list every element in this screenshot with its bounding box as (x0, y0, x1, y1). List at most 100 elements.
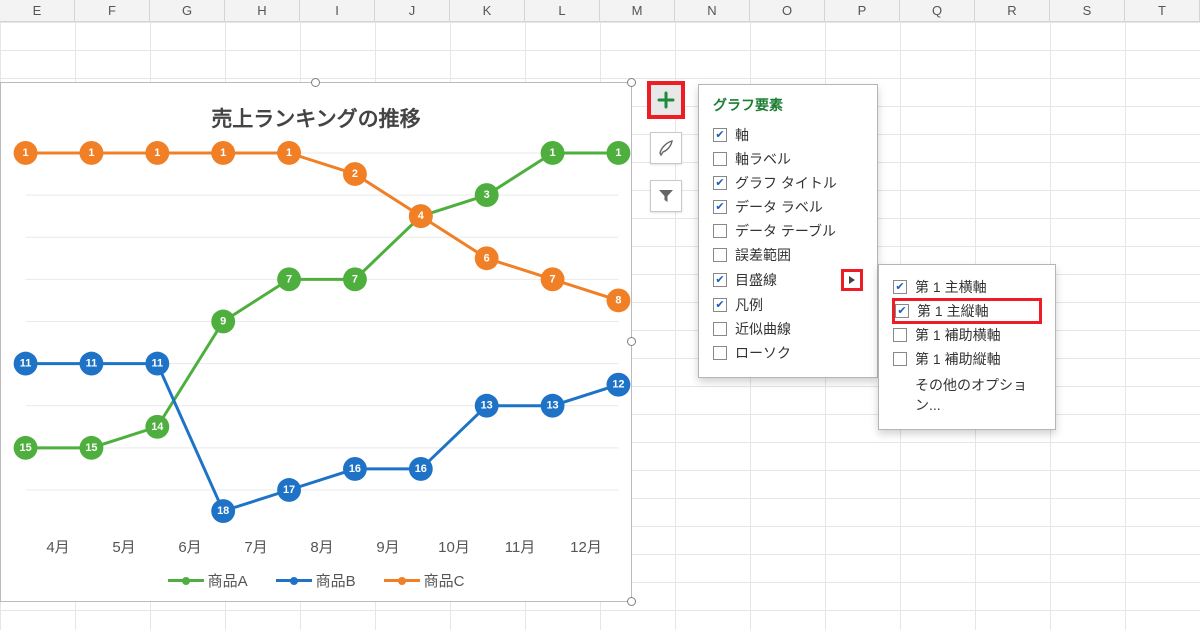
option-label: 目盛線 (735, 270, 777, 290)
option-label: 凡例 (735, 295, 763, 315)
popup-title: グラフ要素 (713, 95, 863, 115)
chart-element-option[interactable]: ✔目盛線 (713, 267, 863, 293)
column-header[interactable]: I (300, 0, 375, 21)
checkbox-icon (713, 224, 727, 238)
chart-element-option[interactable]: 軸ラベル (713, 147, 863, 171)
legend-item[interactable]: 商品B (276, 570, 356, 591)
resize-handle[interactable] (311, 78, 320, 87)
svg-text:16: 16 (349, 463, 361, 475)
chart-element-option[interactable]: ローソク (713, 341, 863, 365)
plus-icon (657, 91, 675, 109)
chart-elements-popup[interactable]: グラフ要素 ✔軸軸ラベル✔グラフ タイトル✔データ ラベルデータ テーブル誤差範… (698, 84, 878, 378)
legend-item[interactable]: 商品C (384, 570, 465, 591)
column-header[interactable]: Q (900, 0, 975, 21)
chart-styles-button[interactable] (650, 132, 682, 164)
chart-element-option[interactable]: ✔軸 (713, 123, 863, 147)
submenu-arrow[interactable] (841, 269, 863, 291)
legend[interactable]: 商品A 商品B 商品C (1, 570, 631, 591)
x-tick-label: 10月 (421, 536, 487, 557)
checkbox-icon (713, 322, 727, 336)
column-header[interactable]: H (225, 0, 300, 21)
chart-elements-button[interactable] (650, 84, 682, 116)
column-header[interactable]: K (450, 0, 525, 21)
option-label: 第 1 補助縦軸 (915, 349, 1001, 369)
svg-text:15: 15 (19, 442, 31, 454)
svg-text:7: 7 (550, 273, 556, 285)
x-tick-label: 5月 (91, 536, 157, 557)
option-label: 第 1 主縦軸 (917, 301, 989, 321)
column-header[interactable]: F (75, 0, 150, 21)
x-tick-label: 9月 (355, 536, 421, 557)
checkbox-icon: ✔ (713, 176, 727, 190)
option-label: 軸ラベル (735, 149, 791, 169)
column-header[interactable]: P (825, 0, 900, 21)
x-tick-label: 4月 (25, 536, 91, 557)
checkbox-icon (893, 328, 907, 342)
option-label: 近似曲線 (735, 319, 791, 339)
svg-text:1: 1 (615, 147, 621, 159)
more-options[interactable]: その他のオプション... (893, 371, 1041, 417)
column-header[interactable]: E (0, 0, 75, 21)
svg-text:8: 8 (615, 294, 621, 306)
option-label: データ ラベル (735, 197, 823, 217)
svg-text:1: 1 (154, 147, 160, 159)
chart-object[interactable]: 売上ランキングの推移 15151497743111111111817161613… (0, 82, 632, 602)
option-label: 第 1 主横軸 (915, 277, 987, 297)
resize-handle[interactable] (627, 78, 636, 87)
svg-text:1: 1 (220, 147, 226, 159)
gridline-option[interactable]: ✔第 1 主縦軸 (893, 299, 1041, 323)
svg-text:11: 11 (86, 358, 98, 370)
svg-text:13: 13 (546, 400, 558, 412)
column-header[interactable]: M (600, 0, 675, 21)
column-header[interactable]: R (975, 0, 1050, 21)
column-header[interactable]: J (375, 0, 450, 21)
svg-text:16: 16 (415, 463, 427, 475)
checkbox-icon: ✔ (713, 200, 727, 214)
gridline-option[interactable]: 第 1 補助縦軸 (893, 347, 1041, 371)
svg-text:1: 1 (286, 147, 292, 159)
gridline-option[interactable]: ✔第 1 主横軸 (893, 275, 1041, 299)
chart-element-option[interactable]: ✔ データ ラベル (713, 195, 863, 219)
checkbox-icon: ✔ (713, 128, 727, 142)
svg-text:6: 6 (484, 252, 490, 264)
svg-text:1: 1 (550, 147, 556, 159)
svg-text:2: 2 (352, 168, 358, 180)
legend-item[interactable]: 商品A (168, 570, 248, 591)
option-label: グラフ タイトル (735, 173, 837, 193)
svg-text:13: 13 (481, 400, 493, 412)
svg-text:7: 7 (352, 273, 358, 285)
svg-text:15: 15 (85, 442, 97, 454)
column-header[interactable]: L (525, 0, 600, 21)
checkbox-icon: ✔ (713, 298, 727, 312)
chart-element-option[interactable]: ✔ 凡例 (713, 293, 863, 317)
chart-element-option[interactable]: 誤差範囲 (713, 243, 863, 267)
x-axis-labels: 4月5月6月7月8月9月10月11月12月 (25, 536, 619, 557)
gridlines-submenu[interactable]: ✔第 1 主横軸✔第 1 主縦軸第 1 補助横軸第 1 補助縦軸 その他のオプシ… (878, 264, 1056, 430)
gridline-option[interactable]: 第 1 補助横軸 (893, 323, 1041, 347)
column-header[interactable]: N (675, 0, 750, 21)
resize-handle[interactable] (627, 597, 636, 606)
option-label: 誤差範囲 (735, 245, 791, 265)
option-label: 第 1 補助横軸 (915, 325, 1001, 345)
resize-handle[interactable] (627, 337, 636, 346)
option-label: 軸 (735, 125, 749, 145)
plot-area[interactable]: 1515149774311111111181716161313121111124… (25, 143, 619, 521)
svg-text:11: 11 (152, 358, 164, 370)
column-header[interactable]: O (750, 0, 825, 21)
brush-icon (657, 139, 675, 157)
svg-text:7: 7 (286, 273, 292, 285)
chart-element-option[interactable]: 近似曲線 (713, 317, 863, 341)
svg-text:14: 14 (151, 421, 164, 433)
chart-filter-button[interactable] (650, 180, 682, 212)
checkbox-icon (713, 248, 727, 262)
svg-text:12: 12 (612, 379, 624, 391)
svg-text:18: 18 (217, 505, 229, 517)
chart-element-option[interactable]: データ テーブル (713, 219, 863, 243)
column-header[interactable]: S (1050, 0, 1125, 21)
chart-element-option[interactable]: ✔ グラフ タイトル (713, 171, 863, 195)
column-headers: EFGHIJKLMNOPQRST (0, 0, 1200, 22)
column-header[interactable]: G (150, 0, 225, 21)
chart-title[interactable]: 売上ランキングの推移 (1, 103, 631, 133)
svg-text:17: 17 (283, 484, 295, 496)
column-header[interactable]: T (1125, 0, 1200, 21)
